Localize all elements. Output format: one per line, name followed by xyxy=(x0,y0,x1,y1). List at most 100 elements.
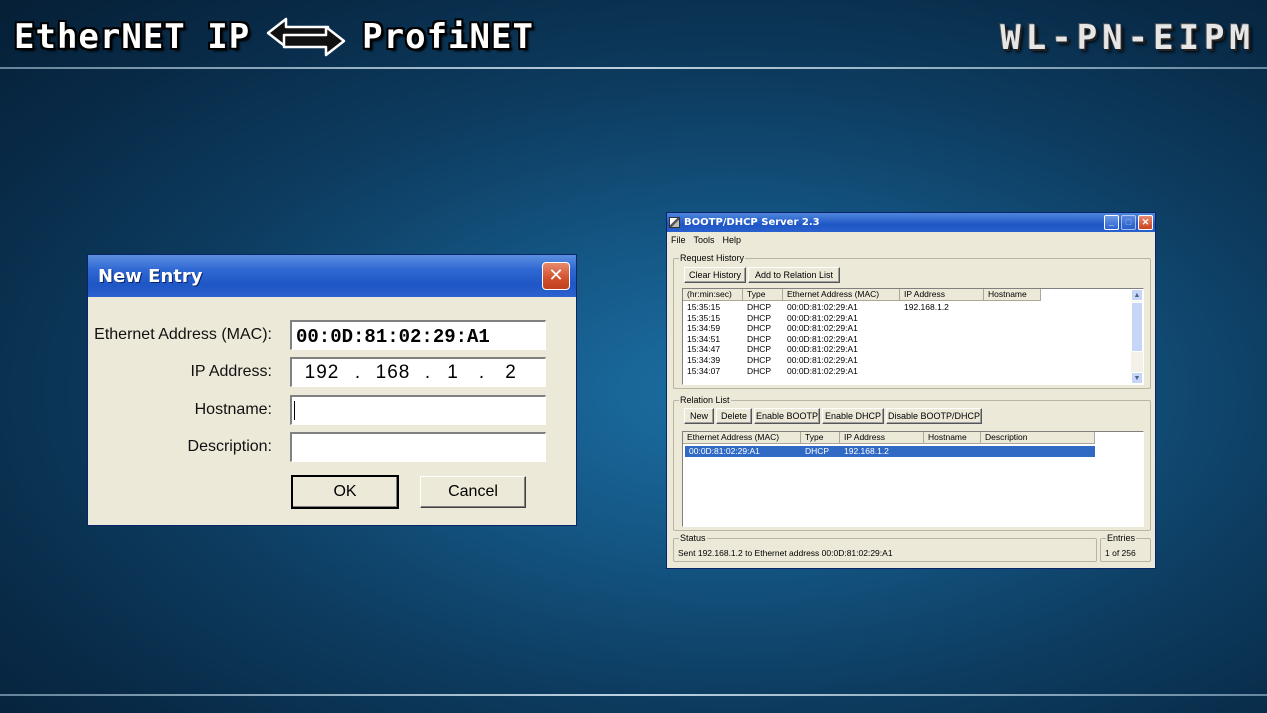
history-cell xyxy=(984,355,1041,366)
maximize-button[interactable]: □ xyxy=(1121,215,1136,230)
add-to-relation-list-button[interactable]: Add to Relation List xyxy=(748,267,840,283)
mac-address-field[interactable]: 00:0D:81:02:29:A1 xyxy=(290,320,546,350)
entries-label: Entries xyxy=(1106,533,1137,544)
history-row[interactable]: 15:34:39 DHCP 00:0D:81:02:29:A1 xyxy=(683,355,1041,366)
history-cell: 00:0D:81:02:29:A1 xyxy=(787,333,858,344)
hostname-field[interactable] xyxy=(290,395,546,425)
delete-button[interactable]: Delete xyxy=(716,408,752,424)
enable-bootp-button[interactable]: Enable BOOTP xyxy=(754,408,820,424)
relation-cell xyxy=(981,446,1095,457)
history-cell: 00:0D:81:02:29:A1 xyxy=(787,344,858,355)
history-cell: DHCP xyxy=(747,302,772,312)
history-row[interactable]: 15:34:07 DHCP 00:0D:81:02:29:A1 xyxy=(683,366,1041,377)
history-cell: 15:35:15 xyxy=(687,312,721,323)
minimize-button[interactable]: _ xyxy=(1104,215,1119,230)
history-cell: 00:0D:81:02:29:A1 xyxy=(787,365,858,376)
col-type[interactable]: Type xyxy=(801,432,840,444)
history-cell: 15:35:15 xyxy=(687,302,721,312)
history-cell xyxy=(900,323,984,334)
relation-cell: 00:0D:81:02:29:A1 xyxy=(689,446,760,456)
menu-bar: File Tools Help xyxy=(667,232,1155,248)
clear-history-button[interactable]: Clear History xyxy=(684,267,746,283)
new-entry-dialog: New Entry ✕ Ethernet Address (MAC): 00:0… xyxy=(87,254,577,526)
history-row[interactable]: 15:34:47 DHCP 00:0D:81:02:29:A1 xyxy=(683,344,1041,355)
history-scrollbar[interactable]: ▲ ▼ xyxy=(1131,289,1143,384)
menu-file[interactable]: File xyxy=(671,235,686,245)
product-code: WL-PN-EIPM xyxy=(1000,18,1255,58)
ip-dot-1: . xyxy=(354,361,362,383)
history-row[interactable]: 15:35:15 DHCP 00:0D:81:02:29:A1 192.168.1.2 xyxy=(683,302,1041,313)
history-row[interactable]: 15:34:51 DHCP 00:0D:81:02:29:A1 xyxy=(683,334,1041,345)
history-cell: 15:34:39 xyxy=(687,355,721,365)
ip-octet-3[interactable]: 1 xyxy=(438,362,468,384)
history-cell: DHCP xyxy=(747,323,772,334)
history-cell xyxy=(984,344,1041,355)
col-hostname[interactable]: Hostname xyxy=(984,289,1041,301)
history-cell: 00:0D:81:02:29:A1 xyxy=(787,302,858,312)
scroll-down-button[interactable]: ▼ xyxy=(1131,372,1143,384)
history-cell: DHCP xyxy=(747,365,772,376)
app-icon xyxy=(669,217,680,228)
history-row[interactable]: 15:35:15 DHCP 00:0D:81:02:29:A1 xyxy=(683,313,1041,324)
history-row[interactable]: 15:34:59 DHCP 00:0D:81:02:29:A1 xyxy=(683,323,1041,334)
title-ethernet-ip: EtherNET IP xyxy=(14,17,251,57)
close-icon: ✕ xyxy=(548,265,564,286)
history-cell xyxy=(984,302,1041,313)
col-ip[interactable]: IP Address xyxy=(840,432,924,444)
history-cell xyxy=(984,334,1041,345)
dialog-title: New Entry xyxy=(98,265,203,287)
history-cell xyxy=(900,366,984,377)
cancel-button[interactable]: Cancel xyxy=(420,476,526,508)
col-type[interactable]: Type xyxy=(743,289,783,301)
history-cell xyxy=(984,323,1041,334)
dialog-close-button[interactable]: ✕ xyxy=(542,262,570,290)
window-close-button[interactable]: ✕ xyxy=(1138,215,1153,230)
history-cell: 00:0D:81:02:29:A1 xyxy=(787,355,858,365)
col-ip[interactable]: IP Address xyxy=(900,289,984,301)
dialog-titlebar[interactable]: New Entry ✕ xyxy=(88,255,576,297)
ok-button[interactable]: OK xyxy=(291,475,399,509)
relation-row[interactable]: 00:0D:81:02:29:A1 DHCP 192.168.1.2 xyxy=(685,446,1095,457)
history-cell xyxy=(984,366,1041,377)
maximize-icon: □ xyxy=(1125,217,1132,227)
ip-dot-2: . xyxy=(424,361,432,383)
title-profinet: ProfiNET xyxy=(362,17,534,57)
new-button[interactable]: New xyxy=(684,408,714,424)
window-titlebar[interactable]: BOOTP/DHCP Server 2.3 _ □ ✕ xyxy=(667,213,1155,232)
history-cell: DHCP xyxy=(747,344,772,355)
history-cell: DHCP xyxy=(747,333,772,344)
col-mac[interactable]: Ethernet Address (MAC) xyxy=(683,432,801,444)
col-mac[interactable]: Ethernet Address (MAC) xyxy=(783,289,900,301)
relation-cell xyxy=(924,446,981,457)
col-hostname[interactable]: Hostname xyxy=(924,432,981,444)
ip-address-field[interactable]: 192 . 168 . 1 . 2 xyxy=(290,357,546,387)
enable-dhcp-button[interactable]: Enable DHCP xyxy=(822,408,884,424)
relation-list-group: Relation List New Delete Enable BOOTP En… xyxy=(673,395,1151,531)
scroll-thumb[interactable] xyxy=(1131,302,1143,352)
history-cell: 00:0D:81:02:29:A1 xyxy=(787,312,858,323)
menu-tools[interactable]: Tools xyxy=(694,235,715,245)
disable-bootp-dhcp-button[interactable]: Disable BOOTP/DHCP xyxy=(886,408,982,424)
relation-cell: 192.168.1.2 xyxy=(844,446,889,456)
ip-row: IP Address: 192 . 168 . 1 . 2 xyxy=(88,357,578,389)
scroll-up-button[interactable]: ▲ xyxy=(1131,289,1143,301)
col-time[interactable]: (hr:min:sec) xyxy=(683,289,743,301)
history-cell: 15:34:07 xyxy=(687,365,721,376)
hostname-row: Hostname: xyxy=(88,395,578,427)
window-controls: _ □ ✕ xyxy=(1104,215,1153,230)
relation-list[interactable]: Ethernet Address (MAC) Type IP Address H… xyxy=(682,431,1144,527)
mac-label: Ethernet Address (MAC): xyxy=(94,326,272,343)
col-description[interactable]: Description xyxy=(981,432,1095,444)
ip-octet-4[interactable]: 2 xyxy=(496,362,526,384)
ip-octet-2[interactable]: 168 xyxy=(368,362,418,384)
history-cell xyxy=(900,344,984,355)
request-history-list[interactable]: (hr:min:sec) Type Ethernet Address (MAC)… xyxy=(682,288,1144,385)
history-cell: DHCP xyxy=(747,355,772,365)
description-field[interactable] xyxy=(290,432,546,462)
bootp-dhcp-window: BOOTP/DHCP Server 2.3 _ □ ✕ File Tools H… xyxy=(666,212,1156,569)
bidirectional-arrow-icon xyxy=(266,17,346,57)
slide-title: EtherNET IP ProfiNET xyxy=(14,14,534,60)
menu-help[interactable]: Help xyxy=(723,235,742,245)
history-cell xyxy=(984,313,1041,324)
ip-octet-1[interactable]: 192 xyxy=(296,362,348,384)
